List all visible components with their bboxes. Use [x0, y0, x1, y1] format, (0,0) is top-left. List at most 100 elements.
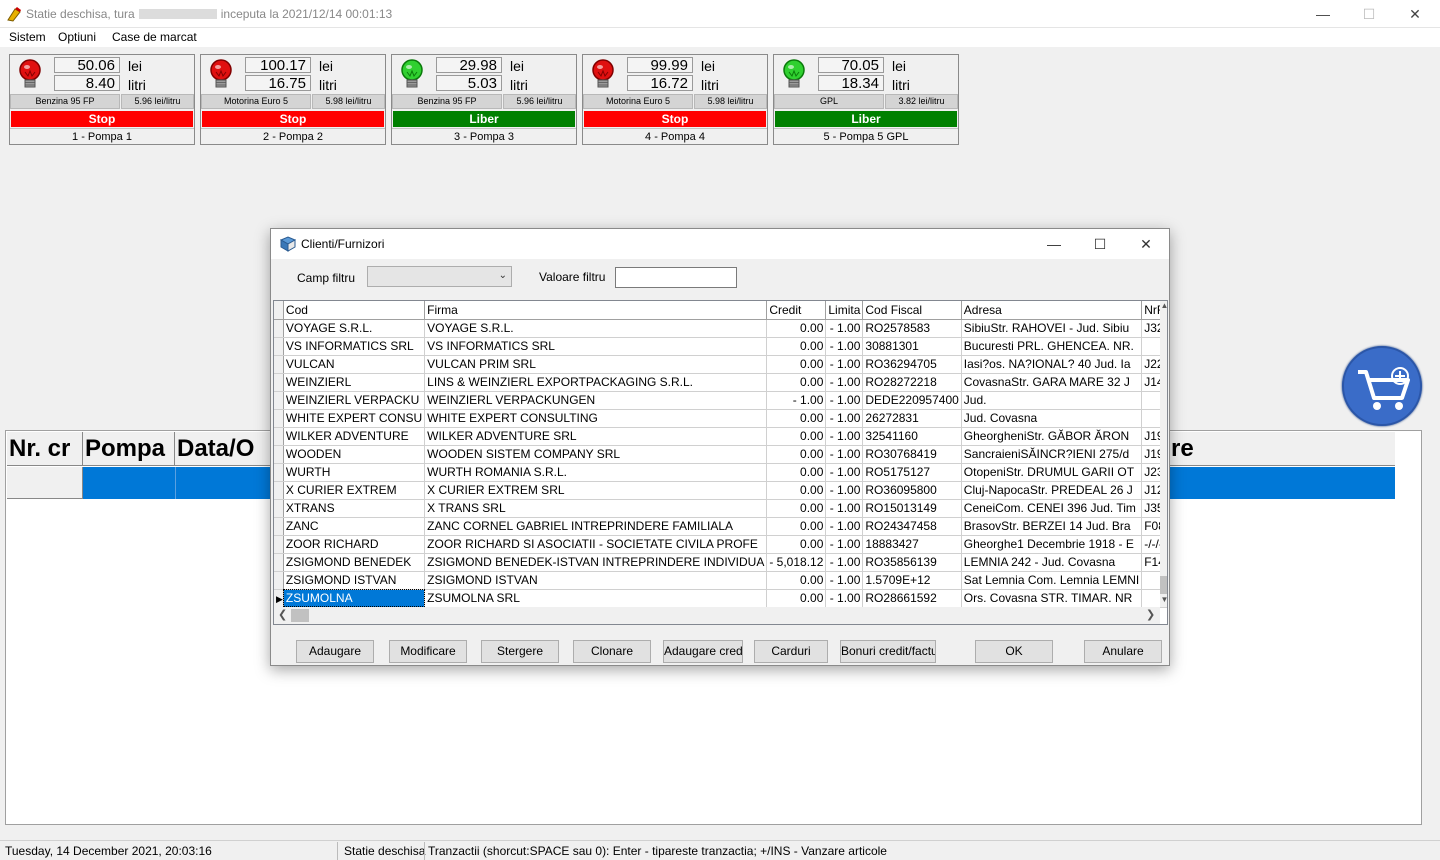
table-cell[interactable]: - 1.00 — [825, 463, 864, 482]
menu-optiuni[interactable]: Optiuni — [58, 30, 96, 44]
table-cell[interactable]: 26272831 — [862, 409, 962, 428]
row-indicator[interactable] — [274, 373, 284, 392]
table-cell[interactable]: Sat Lemnia Com. Lemnia LEMNI — [961, 571, 1143, 590]
close-button[interactable]: ✕ — [1392, 0, 1438, 28]
table-cell[interactable]: WHITE EXPERT CONSU — [283, 409, 426, 428]
table-cell[interactable]: ZANC — [283, 517, 426, 536]
table-cell[interactable]: - 1.00 — [825, 319, 864, 338]
table-cell[interactable]: 30881301 — [862, 337, 962, 356]
row-indicator[interactable] — [274, 463, 284, 482]
table-cell[interactable]: RO15013149 — [862, 499, 962, 518]
row-indicator[interactable]: ▶ — [274, 589, 284, 608]
table-cell[interactable]: Gheorghe1 Decembrie 1918 - E — [961, 535, 1143, 554]
table-cell[interactable]: - 1.00 — [825, 535, 864, 554]
table-cell[interactable]: RO28272218 — [862, 373, 962, 392]
delete-button[interactable]: Stergere — [481, 640, 559, 663]
table-cell[interactable]: - 1.00 — [825, 481, 864, 500]
table-cell[interactable]: - 1.00 — [825, 517, 864, 536]
row-indicator[interactable] — [274, 481, 284, 500]
table-cell[interactable]: CovasnaStr. GARA MARE 32 J — [961, 373, 1143, 392]
table-cell[interactable]: ZOOR RICHARD — [283, 535, 426, 554]
table-cell[interactable]: - 1.00 — [825, 337, 864, 356]
pump-panel[interactable]: 29.98 lei 5.03 litri Benzina 95 FP 5.96 lei/l… — [391, 54, 577, 145]
table-cell[interactable]: ZSIGMOND BENEDEK-ISTVAN INTREPRINDERE IN… — [424, 553, 768, 572]
credit-invoices-button[interactable]: Bonuri credit/factur — [840, 640, 936, 663]
table-row[interactable]: VS INFORMATICS SRL VS INFORMATICS SRL 0.00… — [274, 337, 1167, 356]
table-cell[interactable]: LEMNIA 242 - Jud. Covasna — [961, 553, 1143, 572]
table-row[interactable]: VOYAGE S.R.L. VOYAGE S.R.L. 0.00- 1.00 RO25… — [274, 319, 1167, 338]
modify-button[interactable]: Modificare — [389, 640, 467, 663]
add-button[interactable]: Adaugare — [296, 640, 374, 663]
table-cell[interactable]: ZANC CORNEL GABRIEL INTREPRINDERE FAMILI… — [424, 517, 768, 536]
table-cell[interactable]: SancraieniSĂINCR?IENI 275/d — [961, 445, 1143, 464]
table-cell[interactable]: CeneiCom. CENEI 396 Jud. Tim — [961, 499, 1143, 518]
table-cell[interactable]: - 1.00 — [825, 355, 864, 374]
ok-button[interactable]: OK — [975, 640, 1053, 663]
maximize-button[interactable]: ☐ — [1346, 0, 1392, 28]
table-cell[interactable]: RO2578583 — [862, 319, 962, 338]
table-cell[interactable]: 0.00 — [766, 373, 827, 392]
table-cell[interactable]: WOODEN SISTEM COMPANY SRL — [424, 445, 768, 464]
row-indicator[interactable] — [274, 391, 284, 410]
table-cell[interactable]: Bucuresti PRL. GHENCEA. NR. — [961, 337, 1143, 356]
row-indicator[interactable] — [274, 427, 284, 446]
table-cell[interactable]: ZSUMOLNA — [283, 589, 426, 608]
table-cell[interactable]: - 1.00 — [766, 391, 827, 410]
table-cell[interactable]: 18883427 — [862, 535, 962, 554]
table-cell[interactable]: 0.00 — [766, 463, 827, 482]
pump-panel[interactable]: 99.99 lei 16.72 litri Motorina Euro 5 5.98 le… — [582, 54, 768, 145]
table-cell[interactable]: - 1.00 — [825, 499, 864, 518]
scroll-down-icon[interactable]: ▼ — [1160, 595, 1167, 604]
table-cell[interactable]: 0.00 — [766, 319, 827, 338]
table-cell[interactable]: 0.00 — [766, 337, 827, 356]
table-cell[interactable]: DEDE220957400 — [862, 391, 962, 410]
scroll-right-icon[interactable]: ❯ — [1146, 608, 1155, 621]
scroll-up-icon[interactable]: ▲ — [1160, 301, 1167, 310]
table-row[interactable]: WHITE EXPERT CONSU WHITE EXPERT CONSULTIN… — [274, 409, 1167, 428]
scroll-left-icon[interactable]: ❮ — [278, 608, 287, 621]
table-cell[interactable]: Jud. — [961, 391, 1143, 410]
table-cell[interactable]: - 1.00 — [825, 427, 864, 446]
column-header-firma[interactable]: Firma — [424, 301, 768, 320]
table-row[interactable]: X CURIER EXTREM X CURIER EXTREM SRL 0.00- … — [274, 481, 1167, 500]
table-cell[interactable]: ZSIGMOND ISTVAN — [424, 571, 768, 590]
hscroll-thumb[interactable] — [291, 609, 309, 622]
row-indicator[interactable] — [274, 337, 284, 356]
column-header-cod-fiscal[interactable]: Cod Fiscal — [862, 301, 962, 320]
table-cell[interactable]: 0.00 — [766, 445, 827, 464]
table-cell[interactable]: OtopeniStr. DRUMUL GARII OT — [961, 463, 1143, 482]
table-cell[interactable]: 0.00 — [766, 355, 827, 374]
pump-status[interactable]: Liber — [775, 111, 957, 127]
row-indicator[interactable] — [274, 319, 284, 338]
add-to-cart-button[interactable] — [1342, 346, 1422, 426]
table-cell[interactable]: - 1.00 — [825, 409, 864, 428]
table-row[interactable]: ZSIGMOND ISTVAN ZSIGMOND ISTVAN 0.00- 1.00… — [274, 571, 1167, 590]
table-row[interactable]: WEINZIERL VERPACKU WEINZIERL VERPACKUNGEN… — [274, 391, 1167, 410]
pump-status[interactable]: Stop — [584, 111, 766, 127]
table-cell[interactable]: ZSIGMOND ISTVAN — [283, 571, 426, 590]
table-row[interactable]: ZSIGMOND BENEDEK ZSIGMOND BENEDEK-ISTVAN … — [274, 553, 1167, 572]
table-cell[interactable]: 1.5709E+12 — [862, 571, 962, 590]
pump-status[interactable]: Stop — [202, 111, 384, 127]
column-header-nr[interactable]: Nr. cr — [7, 432, 83, 466]
row-indicator[interactable] — [274, 499, 284, 518]
dialog-minimize-button[interactable]: — — [1031, 229, 1077, 259]
table-cell[interactable]: WILKER ADVENTURE SRL — [424, 427, 768, 446]
row-indicator[interactable] — [274, 445, 284, 464]
pump-status[interactable]: Liber — [393, 111, 575, 127]
table-row[interactable]: WEINZIERL LINS & WEINZIERL EXPORTPACKAGIN… — [274, 373, 1167, 392]
table-row[interactable]: WURTH WURTH ROMANIA S.R.L. 0.00- 1.00 RO517… — [274, 463, 1167, 482]
table-cell[interactable]: VS INFORMATICS SRL — [424, 337, 768, 356]
table-cell[interactable]: - 1.00 — [825, 553, 864, 572]
table-cell[interactable]: ZSIGMOND BENEDEK — [283, 553, 426, 572]
table-row[interactable]: WILKER ADVENTURE WILKER ADVENTURE SRL 0.00… — [274, 427, 1167, 446]
column-header-adresa[interactable]: Adresa — [961, 301, 1143, 320]
row-indicator[interactable] — [274, 409, 284, 428]
table-cell[interactable]: GheorgheniStr. GĂBOR ĂRON — [961, 427, 1143, 446]
table-cell[interactable]: WEINZIERL — [283, 373, 426, 392]
scroll-thumb[interactable] — [1160, 576, 1167, 594]
table-cell[interactable]: 0.00 — [766, 409, 827, 428]
table-cell[interactable]: VOYAGE S.R.L. — [424, 319, 768, 338]
table-cell[interactable]: Cluj-NapocaStr. PREDEAL 26 J — [961, 481, 1143, 500]
table-row[interactable]: ZANC ZANC CORNEL GABRIEL INTREPRINDERE FA… — [274, 517, 1167, 536]
